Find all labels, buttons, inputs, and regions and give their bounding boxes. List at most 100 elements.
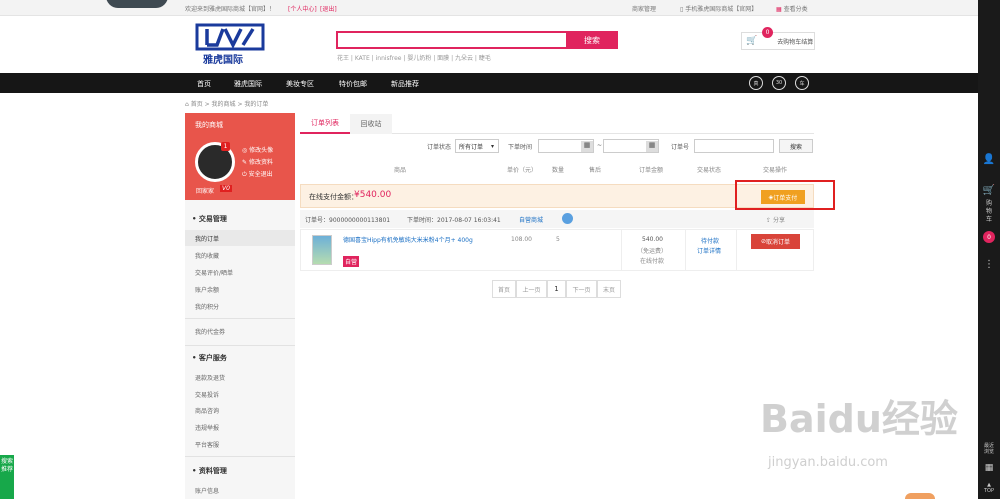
nav-home[interactable]: 首页 xyxy=(197,79,211,89)
sidebar-item-refund[interactable]: 退款及退货 xyxy=(195,373,225,382)
sidebar-title: 我的商城 xyxy=(185,113,295,135)
username: 回家家 xyxy=(196,188,215,195)
hot-words[interactable]: 花王 | KATE | innisfree | 婴儿奶粉 | 面膜 | 九朵云 … xyxy=(337,53,491,62)
sidebar-item-complaint[interactable]: 交易投诉 xyxy=(195,390,219,399)
mobile-site-link[interactable]: ▯ 手机雅虎国际商城【官网】 xyxy=(680,4,757,13)
logout-link[interactable]: [退出] xyxy=(320,4,337,13)
footprint-icon[interactable]: ⋮ xyxy=(983,258,995,270)
sidebar-item-balance[interactable]: 账户余额 xyxy=(195,285,219,294)
cart-label: 去购物车结算 xyxy=(777,38,814,46)
filter-search-button[interactable]: 搜索 xyxy=(779,139,813,153)
share-link[interactable]: ⇪ 分享 xyxy=(766,215,785,224)
col-price: 单价（元） xyxy=(507,167,538,174)
back-to-top[interactable]: ▲ TOP xyxy=(981,482,997,494)
sidebar-item-vouchers[interactable]: 我的代金券 xyxy=(195,327,225,336)
col-amount: 订单金额 xyxy=(639,167,664,174)
order-detail-link[interactable]: 订单详情 xyxy=(697,246,721,255)
caret-down-icon: ▾ xyxy=(491,142,495,150)
avatar-badge: 1 xyxy=(221,142,230,151)
cart-count-badge: 0 xyxy=(762,27,773,38)
status-select[interactable]: 所有订单 ▾ xyxy=(455,139,499,153)
user-icon[interactable]: 👤 xyxy=(983,153,995,165)
cancel-order-button[interactable]: ⊘ 取消订单 xyxy=(751,234,800,249)
nav-new[interactable]: 新品推荐 xyxy=(391,79,419,89)
column-headers: 商品 单价（元） 数量 售后 订单金额 交易状态 交易操作 xyxy=(300,160,814,178)
order-amount: 540.00 xyxy=(642,236,663,243)
genuine-icon: 真 xyxy=(749,76,763,90)
pending-label: 在线支付金额： xyxy=(309,193,358,201)
welcome-text: 欢迎来到雅虎国际商城【官网】！ xyxy=(185,6,276,13)
order-no-label: 订单号 xyxy=(671,144,690,151)
tab-order-list[interactable]: 订单列表 xyxy=(300,114,350,134)
sidebar-section-profile[interactable]: • 资料管理 xyxy=(192,466,227,476)
sidebar-item-reviews[interactable]: 交易评价/晒单 xyxy=(195,268,233,277)
order-no-input[interactable] xyxy=(694,139,774,153)
pager-current[interactable]: 1 xyxy=(547,280,566,298)
grid-icon: ▦ xyxy=(776,6,784,13)
edit-profile-link[interactable]: ✎ 修改资料 xyxy=(242,157,273,166)
cart-icon[interactable]: 🛒 xyxy=(983,184,995,196)
sidebar-item-orders[interactable]: 我的订单 xyxy=(195,234,219,243)
baidu-watermark: Baidu经验 xyxy=(760,397,958,441)
right-toolbar xyxy=(978,0,1000,499)
row-divider xyxy=(621,229,622,271)
recent-label[interactable]: 最近浏览 xyxy=(983,443,995,455)
vip-badge: V0 xyxy=(220,185,232,192)
tab-recycle-bin[interactable]: 回收站 xyxy=(350,114,392,134)
product-thumbnail[interactable] xyxy=(312,235,332,265)
sidebar-item-support[interactable]: 平台客服 xyxy=(195,440,219,449)
delivery-icon: 车 xyxy=(795,76,809,90)
sidebar-item-report[interactable]: 违规举报 xyxy=(195,423,219,432)
cart-label-vertical[interactable]: 购物车 xyxy=(984,200,994,224)
sidebar-item-account[interactable]: 账户信息 xyxy=(195,486,219,495)
row-divider xyxy=(736,229,737,271)
product-link[interactable]: 德国喜宝Hipp有机免敏纯大米米粉4个月+ 400g xyxy=(343,235,473,244)
order-time: 下单时间：2017-08-07 16:03:41 xyxy=(407,217,501,224)
nav-beauty[interactable]: 美妆专区 xyxy=(286,79,314,89)
search-button[interactable]: 搜索 xyxy=(566,31,618,49)
status-label: 订单状态 xyxy=(427,144,452,151)
shop-link[interactable]: 自营商城 xyxy=(519,215,543,224)
sidebar-divider xyxy=(185,456,295,457)
order-status: 待付款 xyxy=(701,238,720,245)
highlight-box xyxy=(735,180,835,210)
product-price: 108.00 xyxy=(511,236,532,243)
merchant-link[interactable]: 商家管理 xyxy=(632,4,656,13)
col-aftersale: 售后 xyxy=(589,167,602,174)
nav-yahoo[interactable]: 雅虎国际 xyxy=(234,79,262,89)
breadcrumb: ⌂ 首页 > 我的商城 > 我的订单 xyxy=(185,101,269,108)
sidebar-section-service[interactable]: • 客户服务 xyxy=(192,353,227,363)
col-qty: 数量 xyxy=(552,167,565,174)
sidebar-item-consult[interactable]: 商品咨询 xyxy=(195,406,219,415)
left-float-tab[interactable]: 搜索推荐 xyxy=(0,455,14,499)
sidebar-item-points[interactable]: 我的积分 xyxy=(195,302,219,311)
order-number: 订单号：9000000000113801 xyxy=(305,217,391,224)
qrcode-icon[interactable]: ▦ xyxy=(983,462,995,474)
pager-last[interactable]: 末页 xyxy=(597,280,621,298)
return-30-icon: 30 xyxy=(772,76,786,90)
sidebar-item-favorites[interactable]: 我的收藏 xyxy=(195,251,219,260)
personal-center-link[interactable]: [个人中心] xyxy=(288,4,317,13)
date-separator: ~ xyxy=(597,142,603,149)
col-product: 商品 xyxy=(394,167,407,174)
corner-decoration xyxy=(905,493,935,499)
sidebar-section-trade[interactable]: • 交易管理 xyxy=(192,214,227,224)
pager-next[interactable]: 下一页 xyxy=(566,280,597,298)
chat-icon[interactable] xyxy=(562,213,573,224)
site-logo[interactable]: 雅虎国际 xyxy=(195,23,265,66)
pending-amount: ¥540.00 xyxy=(354,190,392,200)
pay-type: 在线付款 xyxy=(640,258,665,265)
nav-sale[interactable]: 特价包邮 xyxy=(339,79,367,89)
main-nav: 首页 雅虎国际 美妆专区 特价包邮 新品推荐 xyxy=(0,73,978,93)
calendar-icon[interactable]: ▦ xyxy=(646,141,658,152)
cart-icon: 🛒 xyxy=(746,36,758,46)
col-action: 交易操作 xyxy=(763,167,788,174)
cart-button[interactable]: 🛒 去购物车结算 xyxy=(741,32,815,50)
pager-prev[interactable]: 上一页 xyxy=(516,280,547,298)
safe-logout-link[interactable]: ⏻ 安全退出 xyxy=(242,169,273,179)
calendar-icon[interactable]: ▦ xyxy=(581,141,593,152)
category-link[interactable]: ▦ 查看分类 xyxy=(776,4,808,13)
edit-avatar-link[interactable]: ◎ 修改头像 xyxy=(242,145,273,154)
pager-first[interactable]: 首页 xyxy=(492,280,516,298)
baidu-watermark-url: jingyan.baidu.com xyxy=(768,455,888,470)
